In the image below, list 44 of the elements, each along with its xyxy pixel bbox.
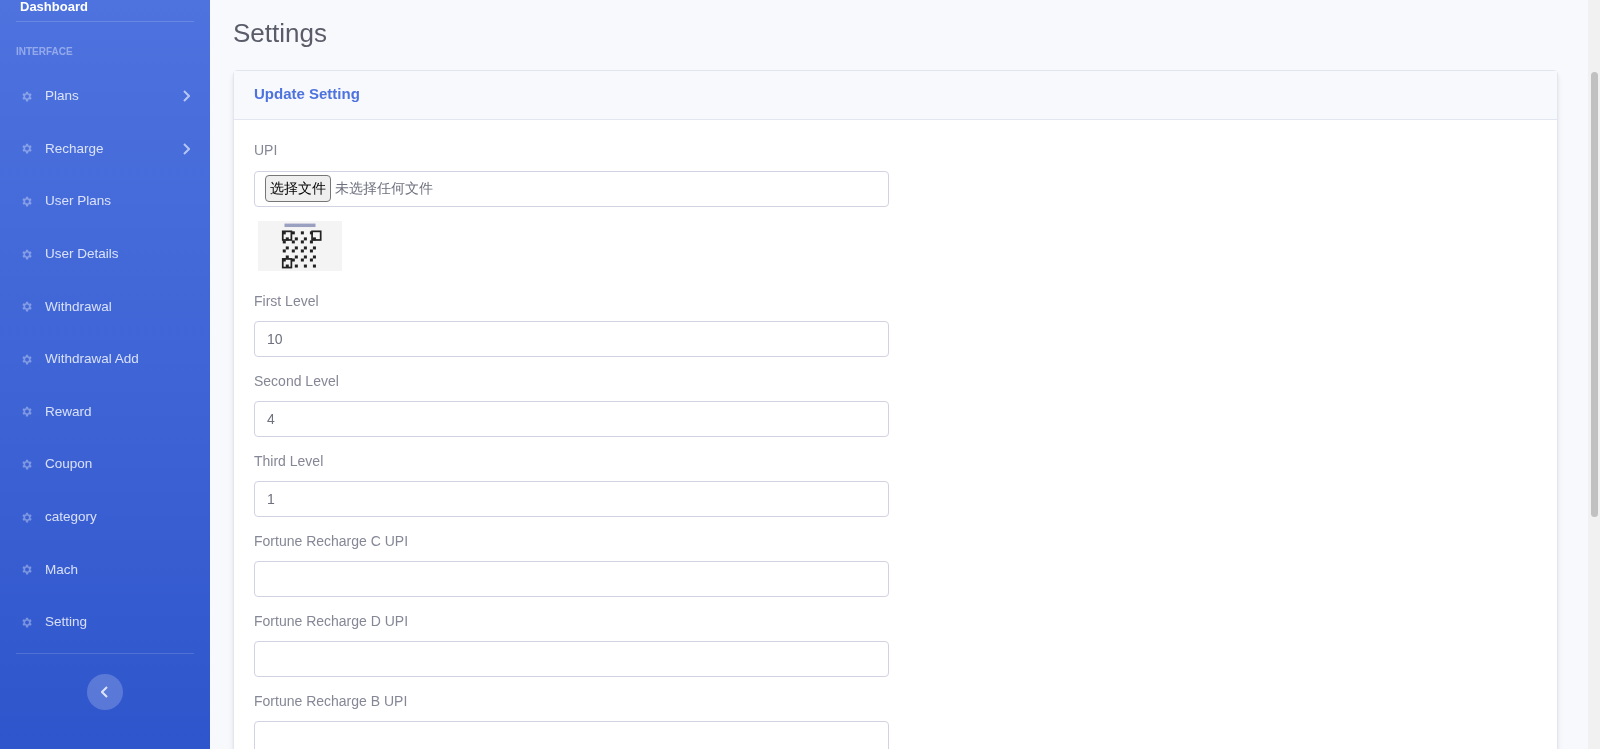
- gear-icon: [20, 142, 33, 156]
- card-title: Update Setting: [254, 84, 360, 105]
- field-label: UPI: [254, 140, 279, 160]
- gear-icon: [20, 510, 33, 524]
- field-label: First Level: [254, 291, 320, 311]
- gear-icon: [20, 89, 33, 103]
- gear-icon: [20, 405, 33, 419]
- sidebar-item[interactable]: Coupon: [16, 438, 194, 491]
- sidebar-item[interactable]: Reward: [16, 385, 194, 439]
- choose-file-button[interactable]: 选择文件: [265, 175, 331, 202]
- field-label: Fortune Recharge D UPI: [254, 611, 410, 631]
- sidebar-item[interactable]: Recharge: [16, 122, 194, 176]
- section-heading: INTERFACE: [16, 46, 73, 57]
- gear-icon: [20, 563, 33, 577]
- gear-icon: [20, 300, 33, 314]
- field-label: Fortune Recharge B UPI: [254, 691, 409, 711]
- sidebar-item[interactable]: Plans: [16, 70, 194, 123]
- input-field[interactable]: 1: [254, 480, 889, 517]
- sidebar-toggle-button[interactable]: [87, 673, 123, 710]
- sidebar-item[interactable]: User Details: [16, 227, 194, 281]
- gear-icon: [20, 615, 33, 629]
- gear-icon: [20, 457, 33, 471]
- sidebar-link[interactable]: Dashboard: [20, 0, 88, 13]
- field-label: Third Level: [254, 451, 325, 471]
- page-title: Settings: [233, 17, 328, 50]
- field-label: Fortune Recharge C UPI: [254, 531, 410, 551]
- file-status: 未选择任何文件: [335, 179, 433, 198]
- chevron-left-icon: [101, 685, 109, 698]
- gear-icon: [20, 195, 33, 208]
- input-field[interactable]: [254, 560, 889, 597]
- field-label: Second Level: [254, 371, 340, 391]
- input-field[interactable]: [254, 640, 889, 677]
- sidebar-item[interactable]: User Plans: [16, 175, 194, 228]
- file-input[interactable]: 选择文件 未选择任何文件: [254, 170, 889, 207]
- input-field[interactable]: [254, 720, 889, 749]
- input-field[interactable]: 4: [254, 400, 889, 437]
- gear-icon: [20, 247, 33, 261]
- gear-icon: [20, 352, 33, 366]
- sidebar-item[interactable]: Mach: [16, 543, 194, 596]
- sidebar-item[interactable]: Setting: [16, 595, 194, 649]
- sidebar-item[interactable]: Withdrawal: [16, 280, 194, 333]
- sidebar-item[interactable]: Withdrawal Add: [16, 332, 194, 386]
- sidebar-item[interactable]: category: [16, 490, 194, 544]
- input-field[interactable]: 10: [254, 320, 889, 357]
